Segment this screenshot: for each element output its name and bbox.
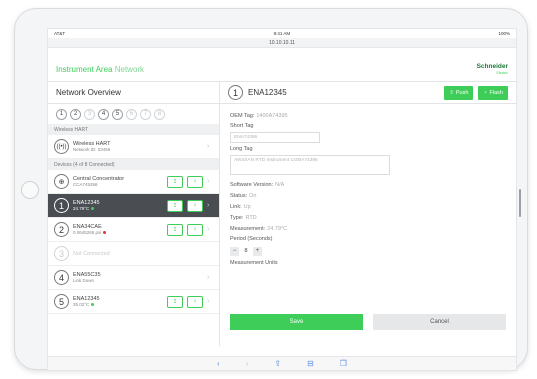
slot-2[interactable]: 2 bbox=[70, 108, 81, 120]
chevron-right-icon: › bbox=[207, 143, 210, 150]
chevron-right-icon: › bbox=[207, 298, 210, 305]
push-icon-button[interactable]: ⇪ bbox=[167, 295, 183, 308]
bookmarks-icon[interactable]: ⊟ bbox=[307, 359, 314, 368]
url-text: 10.10.10.11 bbox=[268, 39, 296, 46]
slot-1[interactable]: 1 bbox=[56, 108, 67, 120]
carrier-label: AT&T bbox=[54, 31, 66, 36]
status-dot-ok bbox=[91, 302, 95, 306]
increment-button[interactable]: + bbox=[253, 246, 262, 256]
status-row: Status: On bbox=[230, 192, 257, 199]
list-item-device-4[interactable]: 4 ENA55C35 Link Down › bbox=[48, 266, 219, 290]
slot-5[interactable]: 5 bbox=[112, 108, 123, 120]
period-value: 8 bbox=[244, 248, 248, 254]
cancel-button[interactable]: Cancel bbox=[373, 314, 506, 330]
chevron-right-icon: › bbox=[207, 226, 210, 233]
list-item-device-5[interactable]: 5 ENA12345 35.02°C ⇪ ♀ › bbox=[48, 290, 219, 314]
section-devices: Devices (4 of 8 Connected) bbox=[48, 159, 219, 170]
measurement-units-label: Measurement Units bbox=[230, 260, 278, 266]
network-overview-panel: Network Overview 1 2 3 4 5 6 7 8 Wireles… bbox=[48, 82, 220, 346]
detail-header: 1 ENA12345 ⇪ Push ♀ Flash bbox=[220, 82, 516, 104]
device-number: 1 bbox=[54, 198, 69, 213]
flash-icon-button[interactable]: ♀ bbox=[187, 295, 203, 308]
app-title: Instrument Area Network bbox=[56, 65, 145, 74]
concentrator-icon: ⊕ bbox=[54, 174, 69, 189]
form-actions: Save Cancel bbox=[230, 314, 506, 330]
list-item-device-3[interactable]: 3 Not Connected bbox=[48, 242, 219, 266]
list-item-device-2[interactable]: 2 ENA34CAE 0.0645265 psi ⇪ ♀ › bbox=[48, 218, 219, 242]
tablet-frame: AT&T 9:41 AM 100% 10.10.10.11 Instrument… bbox=[14, 8, 528, 371]
long-tag-label: Long Tag bbox=[230, 146, 253, 152]
url-bar[interactable]: 10.10.10.11 bbox=[48, 38, 516, 48]
push-button[interactable]: ⇪ Push bbox=[444, 85, 474, 100]
device-number-badge: 1 bbox=[228, 85, 243, 100]
short-tag-field[interactable]: ENA74395 bbox=[230, 132, 320, 143]
list-item-central-concentrator[interactable]: ⊕ Central Concentrator CCA745358 ⇪ ♀ › bbox=[48, 170, 219, 194]
slot-3[interactable]: 3 bbox=[84, 108, 95, 120]
push-icon-button[interactable]: ⇪ bbox=[167, 175, 183, 188]
list-item-device-1[interactable]: 1 ENA12345 24.79°C ⇪ ♀ › bbox=[48, 194, 219, 218]
flash-button[interactable]: ♀ Flash bbox=[478, 85, 508, 100]
measurement-row: Measurement: 24.79°C bbox=[230, 225, 288, 232]
period-stepper: − 8 + bbox=[230, 245, 506, 257]
slot-4[interactable]: 4 bbox=[98, 108, 109, 120]
wireless-icon: ((•)) bbox=[54, 139, 69, 154]
slot-7[interactable]: 7 bbox=[140, 108, 151, 120]
long-tag-field[interactable]: AWS/IAN RTD Instrument 1400A74395 bbox=[230, 155, 390, 175]
device-detail-panel: 1 ENA12345 ⇪ Push ♀ Flash OEM Tag: 1400A743… bbox=[220, 82, 516, 346]
status-bar: AT&T 9:41 AM 100% bbox=[48, 29, 516, 38]
browser-toolbar: ‹ › ⇪ ⊟ ❐ bbox=[48, 356, 516, 370]
side-indicator bbox=[519, 189, 521, 217]
chevron-right-icon: › bbox=[207, 274, 210, 281]
panel-title: Network Overview bbox=[48, 82, 219, 104]
software-version-row: Software Version: N/A bbox=[230, 181, 285, 188]
push-icon-button[interactable]: ⇪ bbox=[167, 199, 183, 212]
chevron-right-icon: › bbox=[207, 178, 210, 185]
type-row: Type: RTD bbox=[230, 214, 257, 221]
device-number: 4 bbox=[54, 270, 69, 285]
device-number: 3 bbox=[54, 246, 69, 261]
oem-tag-row: OEM Tag: 1400A74395 bbox=[230, 112, 288, 119]
share-icon[interactable]: ⇪ bbox=[274, 359, 281, 368]
tabs-icon[interactable]: ❐ bbox=[340, 359, 347, 368]
push-icon-button[interactable]: ⇪ bbox=[167, 223, 183, 236]
clock: 9:41 AM bbox=[273, 31, 291, 36]
list-item-wireless-hart[interactable]: ((•)) Wireless HART Network ID: 03456 › bbox=[48, 135, 219, 159]
flash-icon-button[interactable]: ♀ bbox=[187, 175, 203, 188]
home-button[interactable] bbox=[21, 181, 39, 199]
device-number: 2 bbox=[54, 222, 69, 237]
short-tag-label: Short Tag bbox=[230, 123, 254, 129]
forward-icon[interactable]: › bbox=[246, 359, 249, 368]
chevron-right-icon: › bbox=[207, 202, 210, 209]
screen: AT&T 9:41 AM 100% 10.10.10.11 Instrument… bbox=[47, 28, 517, 371]
device-slot-indicators: 1 2 3 4 5 6 7 8 bbox=[48, 104, 219, 124]
link-row: Link: Up bbox=[230, 203, 251, 210]
battery-label: 100% bbox=[498, 31, 510, 36]
app-header: Instrument Area Network Schneider Electr… bbox=[48, 58, 516, 82]
device-number: 5 bbox=[54, 294, 69, 309]
push-icon: ⇪ bbox=[449, 89, 454, 96]
brand-logo: Schneider Electric bbox=[476, 62, 508, 75]
slot-8[interactable]: 8 bbox=[154, 108, 165, 120]
status-dot-alarm bbox=[103, 230, 107, 234]
status-dot-ok bbox=[91, 206, 95, 210]
detail-title: ENA12345 bbox=[248, 88, 287, 97]
save-button[interactable]: Save bbox=[230, 314, 363, 330]
slot-6[interactable]: 6 bbox=[126, 108, 137, 120]
section-wireless: Wireless HART bbox=[48, 124, 219, 135]
period-label: Period (Seconds) bbox=[230, 236, 273, 242]
flash-icon-button[interactable]: ♀ bbox=[187, 223, 203, 236]
decrement-button[interactable]: − bbox=[230, 246, 239, 256]
device-form: OEM Tag: 1400A74395 Short Tag ENA74395 Lo… bbox=[220, 104, 516, 275]
flash-icon-button[interactable]: ♀ bbox=[187, 199, 203, 212]
flash-icon: ♀ bbox=[483, 89, 488, 96]
back-icon[interactable]: ‹ bbox=[217, 359, 220, 368]
